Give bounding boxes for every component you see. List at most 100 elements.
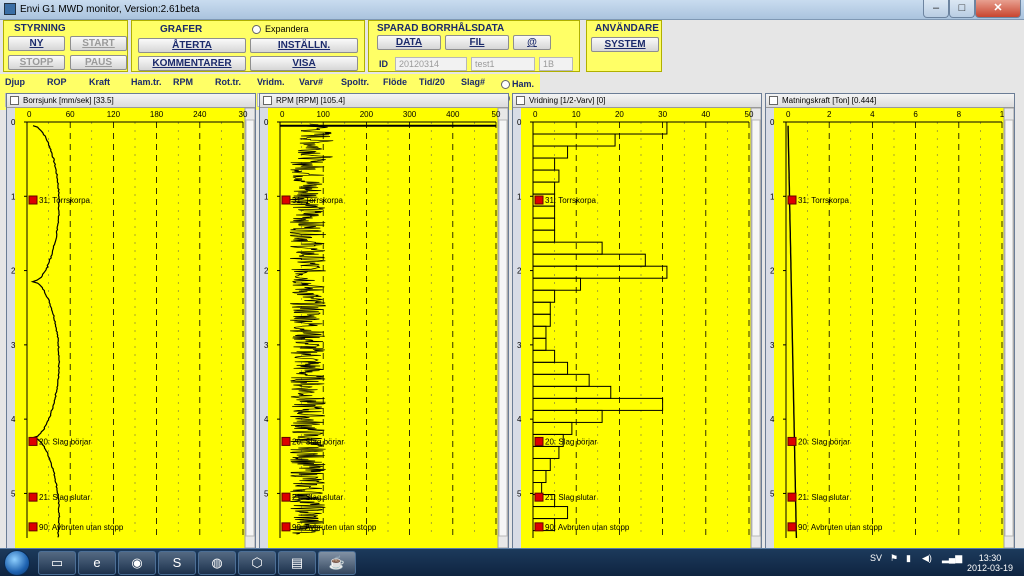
- chart-window-2[interactable]: RPM [RPM] [105.4] 0 100 200 300 400 50 0 1 2 3 4 5 31…: [259, 93, 509, 549]
- clock[interactable]: 13:30 2012-03-19: [962, 553, 1018, 573]
- marker-square: [28, 492, 38, 502]
- paus-button[interactable]: PAUS: [70, 55, 127, 70]
- depth-tick-label: 1: [264, 192, 269, 201]
- data-button[interactable]: DATA: [377, 35, 441, 50]
- skype-icon[interactable]: S: [158, 551, 196, 575]
- chart-svg: 0 100 200 300 400 5001234531: Torrskorpa20: S…: [260, 108, 508, 548]
- clock-time: 13:30: [978, 553, 1002, 563]
- kommentarer-button[interactable]: KOMMENTARER: [138, 56, 246, 71]
- scrollbar-thumb: [1004, 119, 1014, 537]
- x-tick-label: 180: [150, 110, 164, 119]
- depth-tick-label: 3: [770, 341, 775, 350]
- marker-square: [534, 436, 544, 446]
- java-icon[interactable]: ☕: [318, 551, 356, 575]
- document-icon[interactable]: ▤: [278, 551, 316, 575]
- visa-button[interactable]: VISA: [250, 56, 358, 71]
- metric-label: Kraft: [89, 77, 111, 87]
- x-tick-label: 0: [27, 110, 32, 119]
- marker-square: [534, 522, 544, 532]
- box-icon[interactable]: ⬡: [238, 551, 276, 575]
- depth-tick-label: 4: [770, 415, 775, 424]
- depth-tick-label: 5: [264, 489, 269, 498]
- x-tick-label: 300: [403, 110, 417, 119]
- marker-square: [787, 492, 797, 502]
- marker-square: [281, 436, 291, 446]
- window-icon: [263, 96, 272, 105]
- minimize-button[interactable]: –: [923, 0, 949, 18]
- ham-radio[interactable]: [501, 80, 510, 89]
- x-tick-label: 0: [533, 110, 538, 119]
- network-icon[interactable]: ◍: [198, 551, 236, 575]
- tray-signal-icon[interactable]: ▂▄▆: [942, 553, 962, 564]
- chart-window-4[interactable]: Matningskraft [Ton] [0.444] 0 2 4 6 8 1 0 1 2 3 4 5 3…: [765, 93, 1015, 549]
- styrning-header: STYRNING: [14, 23, 66, 34]
- window-titlebar[interactable]: Envi G1 MWD monitor, Version:2.61beta – …: [0, 0, 1024, 20]
- start-button-icon[interactable]: [4, 550, 30, 576]
- chart-window-1[interactable]: Borrsjunk [mm/sek] [33.5] 0 60 120 180 240 30 0…: [6, 93, 256, 549]
- x-tick-label: 50: [745, 110, 754, 119]
- metric-label: Rot.tr.: [215, 77, 241, 87]
- explorer-icon[interactable]: ▭: [38, 551, 76, 575]
- x-tick-label: 200: [360, 110, 374, 119]
- depth-tick-label: 1: [517, 192, 522, 201]
- metric-label: Flöde: [383, 77, 407, 87]
- depth-tick-label: 3: [11, 341, 16, 350]
- tray-flag-icon[interactable]: ⚑: [890, 553, 898, 564]
- chart-window-3[interactable]: Vridning [1/2-Varv] [0] 0 10 20 30 40 50 0 1 2 3 4 5…: [512, 93, 762, 549]
- marker-label: 21: Slag slutar: [545, 493, 596, 502]
- x-tick-label: 30: [239, 110, 248, 119]
- fil-button[interactable]: FIL: [445, 35, 509, 50]
- plot-area: [521, 108, 759, 548]
- depth-tick-label: 2: [264, 267, 269, 276]
- language-indicator[interactable]: SV: [870, 553, 882, 563]
- marker-label: 20: Slag börjar: [39, 437, 91, 446]
- marker-square: [281, 492, 291, 502]
- marker-label: 21: Slag slutar: [39, 493, 90, 502]
- at-button[interactable]: @: [513, 35, 551, 50]
- marker-label: 90: Avbruten utan stopp: [545, 523, 630, 532]
- installn-button[interactable]: INSTÄLLN.: [250, 38, 358, 53]
- marker-label: 90: Avbruten utan stopp: [39, 523, 124, 532]
- metric-label: Tid/20: [419, 77, 445, 87]
- scrollbar-thumb: [245, 119, 255, 537]
- depth-tick-label: 4: [517, 415, 522, 424]
- marker-square: [787, 436, 797, 446]
- start-button[interactable]: START: [70, 36, 127, 51]
- anvandare-header: ANVÄNDARE: [595, 23, 659, 34]
- close-button[interactable]: ✕: [975, 0, 1021, 18]
- stopp-button[interactable]: STOPP: [8, 55, 65, 70]
- plot-area: [268, 108, 506, 548]
- chart-svg: 0 60 120 180 240 3001234531: Torrskorpa20: Sl…: [7, 108, 255, 548]
- aterta-button[interactable]: ÅTERTA: [138, 38, 246, 53]
- marker-square: [787, 195, 797, 205]
- expandera-radio[interactable]: [252, 25, 261, 34]
- id-field[interactable]: 20120314: [395, 57, 467, 71]
- chart-title: Borrsjunk [mm/sek] [33.5]: [7, 94, 255, 108]
- window-icon: [769, 96, 778, 105]
- depth-tick-label: 3: [517, 341, 522, 350]
- ny-button[interactable]: NY: [8, 36, 65, 51]
- marker-label: 21: Slag slutar: [292, 493, 343, 502]
- id-label: ID: [379, 59, 388, 69]
- system-button[interactable]: SYSTEM: [591, 37, 659, 52]
- media-icon[interactable]: ◉: [118, 551, 156, 575]
- sparad-header: SPARAD BORRHÅLSDATA: [377, 23, 505, 34]
- marker-label: 31: Torrskorpa: [292, 196, 344, 205]
- tray-volume-icon[interactable]: ◀): [922, 553, 932, 564]
- depth-tick-label: 3: [264, 341, 269, 350]
- x-tick-label: 20: [615, 110, 624, 119]
- marker-label: 20: Slag börjar: [798, 437, 850, 446]
- marker-square: [534, 492, 544, 502]
- marker-square: [28, 436, 38, 446]
- ie-icon[interactable]: e: [78, 551, 116, 575]
- depth-tick-label: 0: [517, 118, 522, 127]
- x-tick-label: 40: [701, 110, 710, 119]
- chart-title: RPM [RPM] [105.4]: [260, 94, 508, 108]
- plot-area: [774, 108, 1012, 548]
- short-field[interactable]: 1B: [539, 57, 573, 71]
- depth-tick-label: 5: [770, 489, 775, 498]
- tray-network-icon[interactable]: ▮: [906, 553, 911, 564]
- marker-label: 90: Avbruten utan stopp: [292, 523, 377, 532]
- name-field[interactable]: test1: [471, 57, 535, 71]
- maximize-button[interactable]: □: [949, 0, 975, 18]
